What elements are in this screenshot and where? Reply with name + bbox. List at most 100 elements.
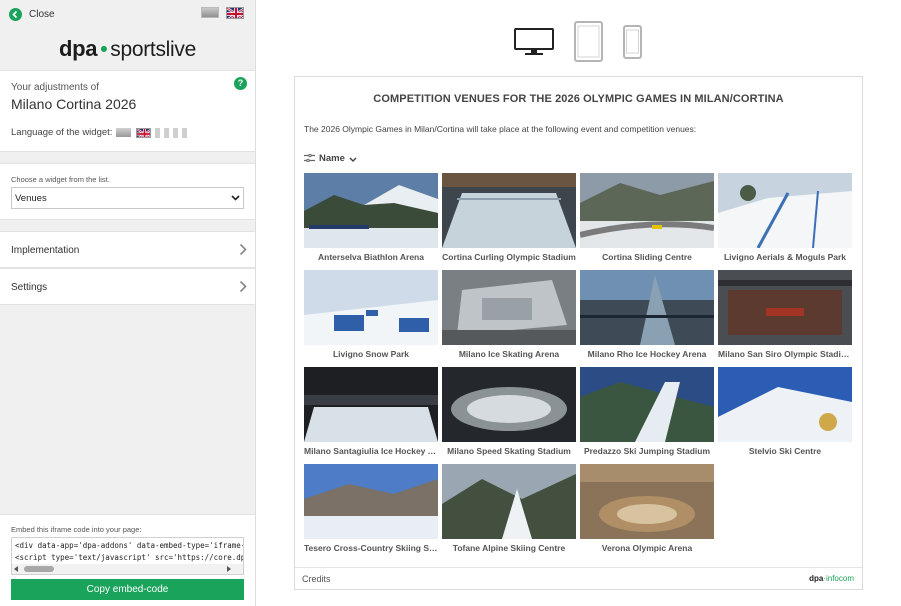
venue-photo: [580, 464, 714, 539]
venue-photo: [442, 270, 576, 345]
chevron-down-icon: [349, 149, 357, 167]
venue-photo: [718, 270, 852, 345]
venue-card[interactable]: Livigno Snow Park: [304, 270, 438, 359]
venue-name: Cortina Sliding Centre: [602, 252, 692, 262]
device-switcher: [510, 18, 650, 64]
language-flag-placeholder-icon[interactable]: [173, 128, 178, 138]
venue-card[interactable]: Milano Santagiulia Ice Hockey Arena: [304, 367, 438, 456]
venue-photo: [580, 367, 714, 442]
accordion-implementation-label: Implementation: [11, 245, 80, 256]
venue-photo: [442, 367, 576, 442]
venue-photo: [442, 173, 576, 248]
venue-photo: [580, 270, 714, 345]
venue-name: Milano Santagiulia Ice Hockey Arena: [304, 446, 438, 456]
credits-link[interactable]: Credits: [302, 574, 331, 584]
accordion-implementation[interactable]: Implementation: [0, 231, 255, 268]
venues-widget: COMPETITION VENUES FOR THE 2026 OLYMPIC …: [294, 76, 863, 590]
venue-card[interactable]: Tesero Cross-Country Skiing Stadium: [304, 464, 438, 553]
embed-panel: Embed this iframe code into your page: <…: [0, 514, 255, 606]
adjustments-panel: Your adjustments of Milano Cortina 2026 …: [0, 70, 255, 152]
venue-name: Anterselva Biathlon Arena: [318, 252, 424, 262]
logo-dot: •: [100, 38, 108, 61]
language-flag-placeholder-icon[interactable]: [155, 128, 160, 138]
venue-photo: [718, 367, 852, 442]
venue-name: Livigno Snow Park: [332, 349, 410, 359]
dpa-infocom-logo: dpa ·infocom: [809, 574, 854, 583]
venue-name: Livigno Aerials & Moguls Park: [723, 252, 847, 262]
venue-name: Stelvio Ski Centre: [748, 446, 822, 456]
venue-card[interactable]: Milano Rho Ice Hockey Arena: [580, 270, 714, 359]
venue-name: Milano Rho Ice Hockey Arena: [587, 349, 707, 359]
sort-label: Name: [319, 152, 345, 164]
venue-card[interactable]: Anterselva Biathlon Arena: [304, 173, 438, 262]
venue-card[interactable]: Tofane Alpine Skiing Centre: [442, 464, 576, 553]
venue-card[interactable]: Cortina Sliding Centre: [580, 173, 714, 262]
venue-name: Tofane Alpine Skiing Centre: [452, 543, 566, 553]
embed-code-box[interactable]: <div data-app='dpa-addons' data-embed-ty…: [11, 537, 244, 575]
venue-card[interactable]: Verona Olympic Arena: [580, 464, 714, 553]
help-icon[interactable]: ?: [234, 77, 247, 90]
widget-select-value: Venues: [15, 192, 47, 204]
venue-card[interactable]: Stelvio Ski Centre: [718, 367, 852, 456]
chevron-right-icon: [239, 243, 247, 261]
language-flag-placeholder-icon[interactable]: [164, 128, 169, 138]
scroll-right-icon[interactable]: [227, 566, 231, 572]
venue-name: Milano Speed Skating Stadium: [447, 446, 571, 456]
footer-logo-infocom: ·infocom: [823, 574, 854, 583]
language-flag-uk-icon[interactable]: [136, 128, 151, 138]
venue-name: Milano Ice Skating Arena: [458, 349, 560, 359]
venue-name: Tesero Cross-Country Skiing Stadium: [304, 543, 438, 553]
language-label: Language of the widget:: [11, 127, 113, 138]
widget-select-panel: Choose a widget from the list. Venues: [0, 163, 255, 220]
sidebar-topbar: Close: [0, 0, 255, 30]
widget-select[interactable]: Venues: [11, 187, 244, 209]
embed-scrollbar[interactable]: [12, 564, 243, 574]
language-flag-placeholder-icon[interactable]: [182, 128, 187, 138]
venue-photo: [304, 464, 438, 539]
venue-card[interactable]: Predazzo Ski Jumping Stadium: [580, 367, 714, 456]
venue-photo: [304, 270, 438, 345]
flag-uk-icon[interactable]: [226, 7, 244, 19]
venue-card[interactable]: Livigno Aerials & Moguls Park: [718, 173, 852, 262]
scroll-left-icon[interactable]: [14, 566, 18, 572]
venue-card[interactable]: Milano San Siro Olympic Stadium: [718, 270, 852, 359]
tablet-icon[interactable]: [574, 21, 604, 68]
adjustments-title: Milano Cortina 2026: [11, 96, 137, 112]
language-placeholder-flags[interactable]: [155, 128, 187, 138]
back-arrow-icon: [9, 8, 22, 21]
chevron-right-icon: [239, 280, 247, 298]
venue-name: Predazzo Ski Jumping Stadium: [583, 446, 711, 456]
venue-name: Cortina Curling Olympic Stadium: [442, 252, 576, 262]
close-button[interactable]: Close: [9, 8, 55, 21]
dpa-sportslive-logo: dpa • sportslive: [0, 36, 255, 62]
logo-dpa: dpa: [59, 36, 98, 61]
sort-icon: [304, 149, 315, 167]
accordion-settings-label: Settings: [11, 282, 48, 293]
close-label: Close: [29, 9, 55, 20]
flag-grey-icon[interactable]: [201, 7, 219, 18]
copy-embed-code-button[interactable]: Copy embed-code: [11, 579, 244, 600]
logo-brand: sportslive: [110, 38, 196, 61]
phone-icon[interactable]: [623, 25, 643, 64]
embed-label: Embed this iframe code into your page:: [11, 525, 142, 534]
venue-photo: [718, 173, 852, 248]
footer-logo-dpa: dpa: [809, 574, 824, 583]
venue-photo: [304, 173, 438, 248]
widget-title: COMPETITION VENUES FOR THE 2026 OLYMPIC …: [373, 93, 784, 105]
sort-by-name-button[interactable]: Name: [304, 149, 357, 167]
embed-code-line: <div data-app='dpa-addons' data-embed-ty…: [15, 541, 244, 550]
scrollbar-thumb[interactable]: [24, 566, 54, 572]
adjustments-label: Your adjustments of: [11, 82, 100, 93]
embed-code-line: <script type='text/javascript' src='http…: [15, 553, 243, 562]
venue-name: Verona Olympic Arena: [601, 543, 693, 553]
chevron-down-icon: [231, 193, 240, 204]
accordion-settings[interactable]: Settings: [0, 268, 255, 305]
venue-name: Milano San Siro Olympic Stadium: [718, 349, 852, 359]
venue-photo: [442, 464, 576, 539]
sidebar: Close dpa • sportslive Your adjustments of…: [0, 0, 256, 606]
venue-card[interactable]: Cortina Curling Olympic Stadium: [442, 173, 576, 262]
venue-card[interactable]: Milano Ice Skating Arena: [442, 270, 576, 359]
desktop-icon[interactable]: [514, 28, 554, 61]
language-flag-grey-icon[interactable]: [116, 128, 131, 137]
venue-card[interactable]: Milano Speed Skating Stadium: [442, 367, 576, 456]
